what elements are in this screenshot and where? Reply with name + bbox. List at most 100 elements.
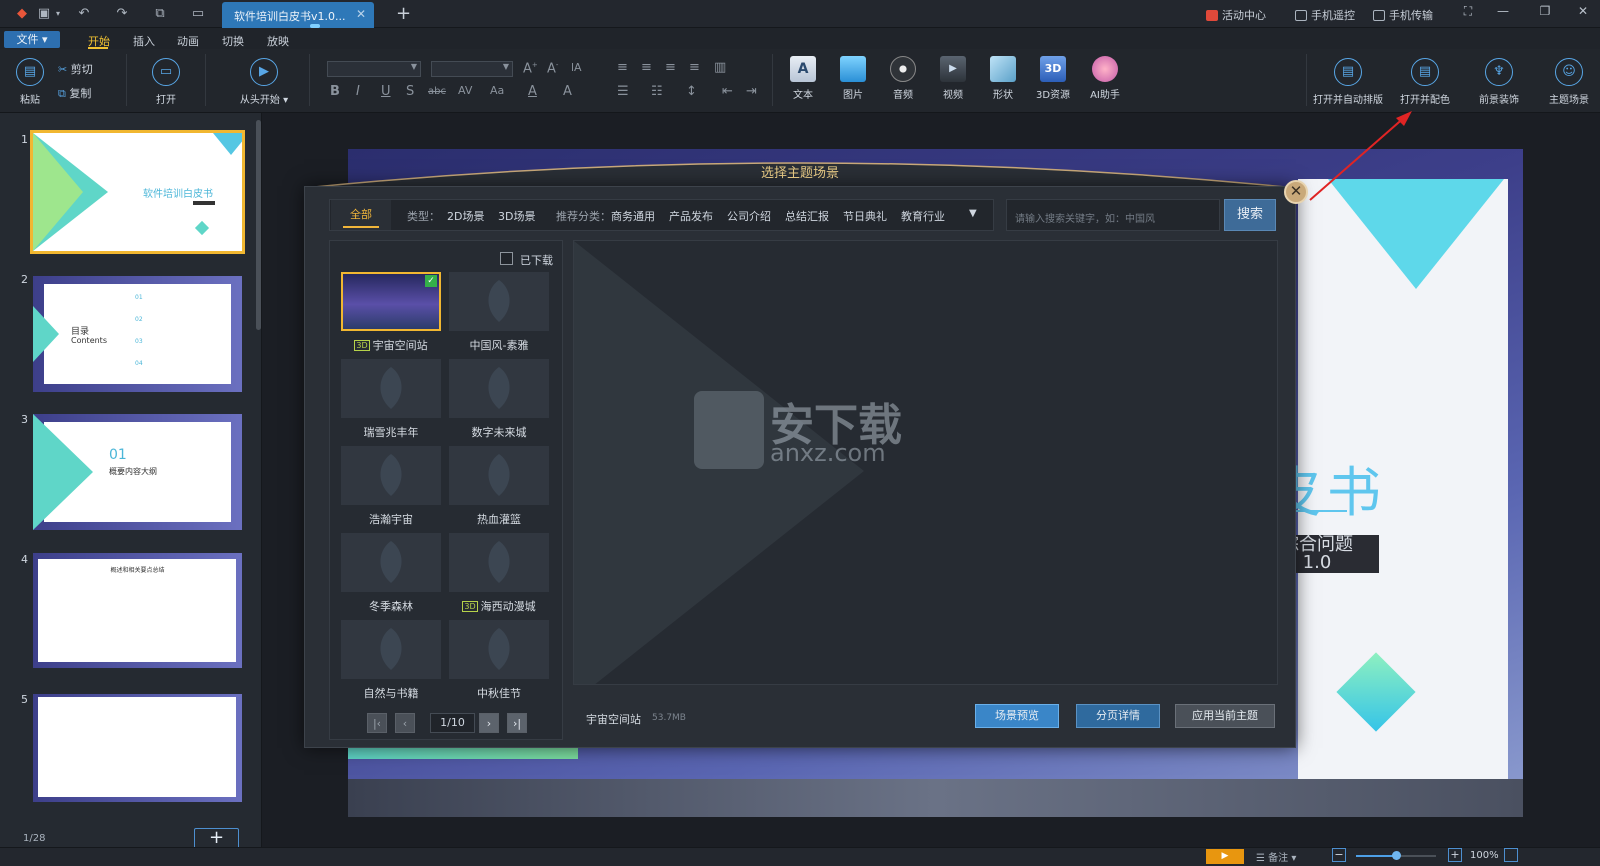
search-button[interactable]: 搜索 (1224, 199, 1276, 231)
phone-transfer-button[interactable]: 手机传输 (1373, 7, 1433, 23)
restore-icon[interactable]: ❐ (1535, 4, 1555, 22)
theme-item-basketball[interactable]: 热血灌篮 (449, 446, 549, 527)
font-family-select[interactable]: ▼ (327, 61, 421, 77)
downloaded-checkbox[interactable] (500, 252, 513, 265)
theme-item-vast-universe[interactable]: 浩瀚宇宙 (341, 446, 441, 527)
char-spacing-icon[interactable]: AV (458, 84, 472, 97)
abc-strike-icon[interactable]: abc (428, 86, 446, 97)
font-color-icon[interactable]: A (528, 84, 537, 99)
filter-education[interactable]: 教育行业 (901, 208, 945, 224)
play-slideshow-icon[interactable]: ▶ (1206, 849, 1244, 864)
open-folder-icon[interactable]: ▭ (190, 6, 206, 22)
filter-summary-report[interactable]: 总结汇报 (785, 208, 829, 224)
document-tab[interactable]: 软件培训白皮书v1.0... ✕ (222, 2, 374, 28)
thumbnail-scrollbar[interactable] (256, 120, 261, 330)
new-slide-icon[interactable]: ⧉ (152, 6, 168, 22)
save-dropdown-icon[interactable]: ▾ (50, 6, 66, 22)
theme-scene-button[interactable]: ☺ 主题场景 (1544, 58, 1594, 106)
insert-text-button[interactable]: A 文本 (786, 56, 820, 101)
first-page-icon[interactable]: |‹ (367, 713, 387, 733)
cut-button[interactable]: ✂ 剪切 (58, 61, 93, 77)
align-right-icon[interactable]: ≡ (665, 60, 676, 75)
clear-format-icon[interactable]: lA (571, 61, 582, 74)
prev-page-icon[interactable]: ‹ (395, 713, 415, 733)
line-spacing-icon[interactable]: ↕ (686, 84, 697, 99)
new-tab-icon[interactable]: + (396, 3, 411, 24)
decrease-font-icon[interactable]: A- (547, 61, 558, 76)
align-center-icon[interactable]: ≡ (641, 60, 652, 75)
font-size-select[interactable]: ▼ (431, 61, 513, 77)
menu-insert[interactable]: 插入 (133, 33, 155, 49)
fullscreen-icon[interactable]: ⛶ (1458, 4, 1478, 22)
indent-decrease-icon[interactable]: ⇤ (722, 84, 733, 99)
zoom-out-icon[interactable]: − (1332, 848, 1346, 862)
activity-center-button[interactable]: 活动中心 (1206, 7, 1266, 23)
italic-icon[interactable]: I (356, 84, 360, 99)
undo-icon[interactable]: ↶ (76, 6, 92, 22)
filter-company-intro[interactable]: 公司介绍 (727, 208, 771, 224)
underline-icon[interactable]: U (381, 84, 391, 99)
menu-show[interactable]: 放映 (267, 33, 289, 49)
menu-transition[interactable]: 切换 (222, 33, 244, 49)
theme-item-nature-books[interactable]: 自然与书籍 (341, 620, 441, 701)
phone-remote-button[interactable]: 手机遥控 (1295, 7, 1355, 23)
last-page-icon[interactable]: ›| (507, 713, 527, 733)
slide-thumbnail-3[interactable]: 01 概要内容大纲 (33, 414, 242, 530)
bullet-list-icon[interactable]: ☰ (617, 84, 629, 99)
filter-festival[interactable]: 节日典礼 (843, 208, 887, 224)
zoom-slider-handle[interactable] (1392, 851, 1401, 860)
more-categories-dropdown-icon[interactable]: ▼ (969, 208, 977, 219)
auto-color-button[interactable]: ▤ 打开并配色 (1393, 58, 1457, 106)
theme-item-anime-city[interactable]: 3D 海西动漫城 (449, 533, 549, 614)
apply-theme-button[interactable]: 应用当前主题 (1175, 704, 1275, 728)
file-menu-button[interactable]: 文件 ▾ (4, 31, 60, 48)
ai-assistant-button[interactable]: AI助手 (1084, 56, 1126, 101)
fit-window-icon[interactable] (1504, 848, 1518, 862)
insert-shape-button[interactable]: 形状 (986, 56, 1020, 101)
justify-icon[interactable]: ≡ (689, 60, 700, 75)
filter-2d-scene[interactable]: 2D场景 (447, 208, 484, 224)
theme-item-space-station[interactable]: ✓ 3D 宇宙空间站 (341, 272, 441, 353)
theme-search-input[interactable]: 请输入搜索关键字，如：中国风 (1006, 199, 1220, 231)
dialog-close-icon[interactable]: ✕ (1284, 180, 1308, 204)
close-window-icon[interactable]: ✕ (1573, 4, 1593, 22)
zoom-in-icon[interactable]: + (1448, 848, 1462, 862)
theme-item-digital-city[interactable]: 数字未来城 (449, 359, 549, 440)
slide-thumbnail-1[interactable]: 软件培训白皮书 (30, 130, 245, 254)
copy-button[interactable]: ⧉ 复制 (58, 85, 91, 101)
insert-image-button[interactable]: 图片 (836, 56, 870, 101)
scene-preview-button[interactable]: 场景预览 (975, 704, 1059, 728)
foreground-decor-button[interactable]: ♆ 前景装饰 (1474, 58, 1524, 106)
insert-video-button[interactable]: ▶ 视频 (936, 56, 970, 101)
theme-item-mid-autumn[interactable]: 中秋佳节 (449, 620, 549, 701)
slide-thumbnail-4[interactable]: 概述和相关要点总结 (33, 553, 242, 668)
number-list-icon[interactable]: ☷ (651, 84, 663, 99)
notes-button[interactable]: ☰ 备注 ▾ (1256, 849, 1296, 864)
menu-animation[interactable]: 动画 (177, 33, 199, 49)
page-detail-button[interactable]: 分页详情 (1076, 704, 1160, 728)
close-tab-icon[interactable]: ✕ (356, 7, 366, 21)
theme-item-winter-forest[interactable]: 冬季森林 (341, 533, 441, 614)
increase-font-icon[interactable]: A+ (523, 61, 538, 76)
filter-3d-scene[interactable]: 3D场景 (498, 208, 535, 224)
slide-thumbnail-5[interactable] (33, 694, 242, 802)
paste-button[interactable]: ▤ 粘贴 (14, 58, 46, 106)
text-effect-icon[interactable]: A (563, 84, 572, 99)
next-page-icon[interactable]: › (479, 713, 499, 733)
minimize-icon[interactable]: — (1493, 4, 1513, 22)
insert-3d-button[interactable]: 3D 3D资源 (1032, 56, 1074, 101)
theme-item-snow-harvest[interactable]: 瑞雪兆丰年 (341, 359, 441, 440)
theme-item-chinese-elegant[interactable]: 中国风-素雅 (449, 272, 549, 353)
play-from-start-button[interactable]: ▶ 从头开始 ▾ (234, 58, 294, 106)
indent-increase-icon[interactable]: ⇥ (746, 84, 757, 99)
redo-icon[interactable]: ↷ (114, 6, 130, 22)
auto-layout-button[interactable]: ▤ 打开并自动排版 (1310, 58, 1386, 106)
distribute-icon[interactable]: ▥ (714, 60, 726, 75)
filter-product-launch[interactable]: 产品发布 (669, 208, 713, 224)
filter-business[interactable]: 商务通用 (611, 208, 655, 224)
open-button[interactable]: ▭ 打开 (150, 58, 182, 106)
insert-audio-button[interactable]: 音频 (886, 56, 920, 101)
strikethrough-icon[interactable]: S (406, 84, 414, 99)
align-left-icon[interactable]: ≡ (617, 60, 628, 75)
change-case-icon[interactable]: Aa (490, 84, 504, 97)
